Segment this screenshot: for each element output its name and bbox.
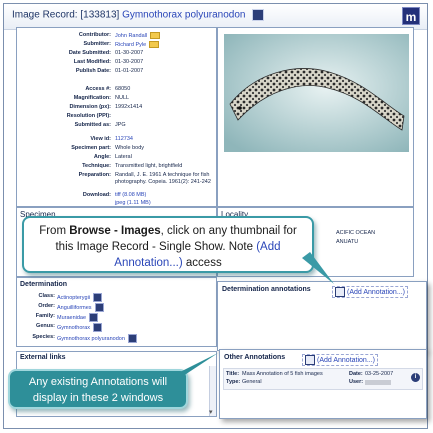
browse-images-label: Browse - Images xyxy=(69,225,161,237)
publish-date-value: 01-01-2007 xyxy=(115,68,144,74)
date-submitted-value: 01-30-2007 xyxy=(115,50,144,56)
angle-label: Angle: xyxy=(93,154,111,160)
annotation-date-label: Date: xyxy=(349,371,363,377)
metadata-pane: Contributor: John Randall Submitter: Ric… xyxy=(16,27,217,207)
access-label: Access #: xyxy=(85,86,111,92)
resolution-label: Resolution (PPI): xyxy=(66,113,111,119)
specimen-part-label: Specimen part: xyxy=(71,145,111,151)
locality-ocean: ACIFIC OCEAN xyxy=(336,230,376,236)
other-annotations-title: Other Annotations xyxy=(224,354,286,361)
class-link[interactable]: Actinopterygii xyxy=(57,293,103,302)
dimension-value: 1992x1414 xyxy=(115,104,143,110)
record-id-label: Image Record: [133813] xyxy=(12,9,120,21)
download-tiff-link[interactable]: tiff (8.08 MB) xyxy=(115,192,146,198)
annotation-icon xyxy=(305,355,315,365)
contributor-value[interactable]: John Randall xyxy=(115,32,161,39)
taxon-icon[interactable] xyxy=(89,313,99,322)
other-annotations-pane: Other Annotations (Add Annotation...) Ti… xyxy=(219,349,427,419)
genus-link[interactable]: Gymnothorax xyxy=(57,323,103,332)
technique-label: Technique: xyxy=(82,163,111,169)
determination-pane: Determination Class: Actinopterygii Orde… xyxy=(16,277,217,347)
magnification-label: Magnification: xyxy=(73,95,111,101)
technique-value: Transmitted light, brightfield xyxy=(115,163,183,169)
download-jpeg-link[interactable]: jpeg (1.11 MB) xyxy=(115,200,151,206)
date-submitted-label: Date Submitted: xyxy=(68,50,111,56)
add-determination-annotation-link[interactable]: (Add Annotation...) xyxy=(332,286,408,298)
last-modified-value: 01-30-2007 xyxy=(115,59,144,65)
info-icon[interactable]: i xyxy=(411,373,420,382)
genus-label: Genus: xyxy=(36,323,55,329)
annotation-user-label: User: xyxy=(349,379,364,385)
determination-annotations-title: Determination annotations xyxy=(222,286,311,293)
add-other-annotation-link[interactable]: (Add Annotation...) xyxy=(302,354,378,366)
preparation-value: Randall, J. E. 1961 A technique for fish… xyxy=(115,172,211,185)
determination-title: Determination xyxy=(20,281,68,288)
order-link[interactable]: Anguilliformes xyxy=(57,303,104,312)
taxon-icon[interactable] xyxy=(127,334,137,343)
taxon-icon[interactable] xyxy=(93,293,103,302)
magnification-value: NULL xyxy=(115,95,130,101)
determination-annotations-pane: Determination annotations (Add Annotatio… xyxy=(217,281,427,351)
external-links-title: External links xyxy=(20,354,66,361)
taxon-icon[interactable] xyxy=(93,323,103,332)
download-label: Download: xyxy=(82,192,111,198)
annotation-type-label: Type: xyxy=(226,379,241,385)
view-id-link[interactable]: 112734 xyxy=(115,136,133,142)
view-id-label: View id: xyxy=(90,136,111,142)
family-link[interactable]: Muraenidae xyxy=(57,313,99,322)
family-label: Family: xyxy=(35,313,55,319)
access-value: 68050 xyxy=(115,86,131,92)
submitted-as-value: JPG xyxy=(115,122,126,128)
annotations-display-callout: Any existing Annotations will display in… xyxy=(8,369,188,409)
callout-pointer-bottom xyxy=(172,353,218,378)
mail-icon[interactable] xyxy=(149,41,160,48)
callout-pointer-top xyxy=(302,252,334,284)
annotation-type-value: General xyxy=(242,379,262,385)
species-label: Species: xyxy=(32,334,55,340)
browse-instruction-callout: From Browse - Images, click on any thumb… xyxy=(22,216,314,273)
image-icon[interactable] xyxy=(252,9,265,21)
preparation-label: Preparation: xyxy=(78,172,111,178)
submitter-label: Submitter: xyxy=(83,41,112,47)
species-link[interactable]: Gymnothorax polyuranodon xyxy=(122,10,245,21)
morphbank-logo-icon: m xyxy=(402,7,420,25)
specimen-part-value: Whole body xyxy=(115,145,145,151)
annotation-title-value: Mass Annotation of 5 fish images xyxy=(242,371,323,377)
angle-value: Lateral xyxy=(115,154,132,160)
page-title: Image Record: [133813] Gymnothorax polyu… xyxy=(12,9,265,21)
submitted-as-label: Submitted as: xyxy=(74,122,111,128)
dimension-label: Dimension (px): xyxy=(69,104,111,110)
class-label: Class: xyxy=(38,293,55,299)
scroll-down-icon[interactable]: ▾ xyxy=(209,408,213,416)
submitter-value[interactable]: Richard Pyle xyxy=(115,41,160,48)
annotation-title-label: Title: xyxy=(226,371,240,377)
last-modified-label: Last Modified: xyxy=(73,59,111,65)
mail-icon[interactable] xyxy=(150,32,161,39)
locality-country: ANUATU xyxy=(336,239,359,245)
annotation-user-redacted xyxy=(365,380,391,385)
contributor-label: Contributor: xyxy=(78,32,111,38)
taxon-icon[interactable] xyxy=(94,303,104,312)
species-link[interactable]: Gymnothorax polyuranodon xyxy=(57,334,137,343)
image-pane xyxy=(217,27,414,207)
publish-date-label: Publish Date: xyxy=(75,68,111,74)
annotation-date-value: 03-25-2007 xyxy=(365,371,394,377)
order-label: Order: xyxy=(38,303,55,309)
eel-photo[interactable] xyxy=(224,34,409,152)
annotation-entry[interactable]: Title: Mass Annotation of 5 fish images … xyxy=(223,368,423,390)
